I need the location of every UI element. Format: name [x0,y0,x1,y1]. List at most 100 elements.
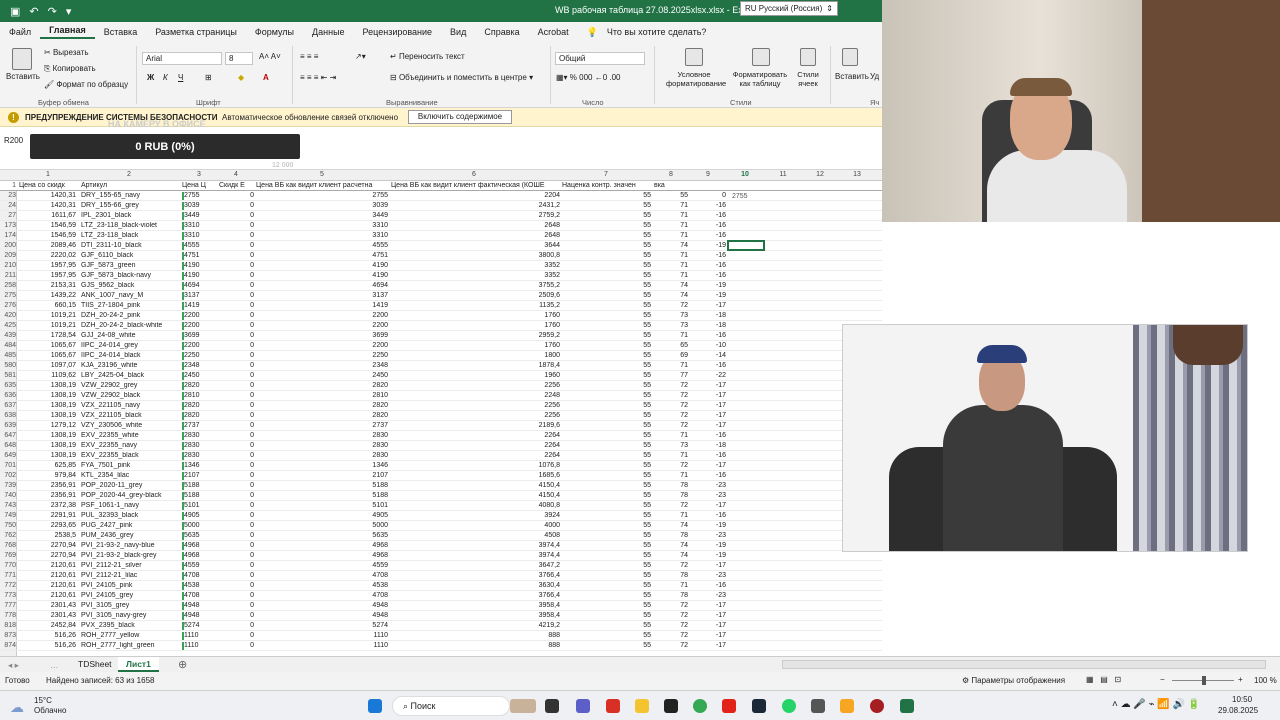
discount-cell[interactable]: 0 [222,362,254,370]
customize-qa-icon[interactable]: ▾ [66,5,72,18]
article-cell[interactable]: DTI_2311-10_black [81,242,177,250]
wb-actual-price-cell[interactable]: 4219,2 [500,622,560,630]
diff-cell[interactable]: -19 [698,522,726,530]
price-cell[interactable]: 1346 [182,462,212,470]
rate-cell[interactable]: 71 [660,262,688,270]
wb-calc-price-cell[interactable]: 5274 [330,622,388,630]
wb-actual-price-cell[interactable]: 4508 [500,532,560,540]
price-discount-cell[interactable]: 1308,19 [18,442,76,450]
price-discount-cell[interactable]: 2452,84 [18,622,76,630]
italic-button[interactable]: К [163,73,168,82]
price-cell[interactable]: 5274 [182,622,212,630]
article-cell[interactable]: VZX_221105_navy [81,402,177,410]
wb-calc-price-cell[interactable]: 2820 [330,412,388,420]
table-row[interactable]: 639 1279,12 VZY_230506_white 2737 0 2737 2189,… [0,421,882,431]
enable-content-button[interactable]: Включить содержимое [408,110,512,124]
price-cell[interactable]: 4694 [182,282,212,290]
filter-header[interactable]: Цена ВБ как видит клиент расчетна [256,182,388,189]
rate-cell[interactable]: 71 [660,472,688,480]
table-row[interactable]: 739 2356,91 POP_2020-11_grey 5188 0 5188 4150,… [0,481,882,491]
price-cell[interactable]: 4190 [182,262,212,270]
wb-actual-price-cell[interactable]: 2256 [500,412,560,420]
app-icon[interactable] [664,699,678,713]
markup-cell[interactable]: 55 [615,302,651,310]
article-cell[interactable]: PVI_2112-21_lilac [81,572,177,580]
rate-cell[interactable]: 78 [660,572,688,580]
rate-cell[interactable]: 72 [660,622,688,630]
price-discount-cell[interactable]: 1308,19 [18,402,76,410]
markup-cell[interactable]: 55 [615,482,651,490]
wb-actual-price-cell[interactable]: 2264 [500,442,560,450]
diff-cell[interactable]: -23 [698,482,726,490]
price-discount-cell[interactable]: 1420,31 [18,192,76,200]
wb-actual-price-cell[interactable]: 3647,2 [500,562,560,570]
table-row[interactable]: 637 1308,19 VZX_221105_navy 2820 0 2820 2256 55… [0,401,882,411]
column-header[interactable]: 2 [127,171,131,178]
price-cell[interactable]: 4708 [182,572,212,580]
markup-cell[interactable]: 55 [615,432,651,440]
markup-cell[interactable]: 55 [615,392,651,400]
table-row[interactable]: 636 1308,19 VZW_22902_black 2810 0 2810 2248 55… [0,391,882,401]
diff-cell[interactable]: -18 [698,322,726,330]
rate-cell[interactable]: 71 [660,452,688,460]
cell-styles-button[interactable]: Стили ячеек [792,70,824,88]
markup-cell[interactable]: 55 [615,342,651,350]
article-cell[interactable]: PVX_2395_black [81,622,177,630]
price-cell[interactable]: 2830 [182,452,212,460]
wb-actual-price-cell[interactable]: 2256 [500,382,560,390]
article-cell[interactable]: GJF_6110_black [81,252,177,260]
wb-actual-price-cell[interactable]: 2759,2 [500,212,560,220]
more-sheets-icon[interactable]: … [50,660,59,670]
table-row[interactable]: 635 1308,19 VZW_22902_grey 2820 0 2820 2256 55 7… [0,381,882,391]
spreadsheet-grid[interactable]: 1 2 3 4 5 6 7 8 9 10 11 12 13 1 Цена со … [0,170,882,656]
price-cell[interactable]: 1110 [182,632,212,640]
article-cell[interactable]: PVI_3105_navy-grey [81,612,177,620]
price-discount-cell[interactable]: 2372,38 [18,502,76,510]
wb-actual-price-cell[interactable]: 1960 [500,372,560,380]
selected-cell[interactable] [727,240,765,251]
column-header[interactable]: 4 [234,171,238,178]
markup-cell[interactable]: 55 [615,412,651,420]
steam-icon[interactable] [752,699,766,713]
article-cell[interactable]: EXV_22355_navy [81,442,177,450]
tab-insert[interactable]: Вставка [95,27,146,37]
name-box[interactable]: R200 [4,136,32,149]
wb-actual-price-cell[interactable]: 3766,4 [500,572,560,580]
table-row[interactable]: 420 1019,21 DZH_20-24-2_pink 2200 0 2200 1760 5… [0,311,882,321]
discount-cell[interactable]: 0 [222,352,254,360]
price-discount-cell[interactable]: 1420,31 [18,202,76,210]
article-cell[interactable]: PUG_2427_pink [81,522,177,530]
discount-cell[interactable]: 0 [222,522,254,530]
markup-cell[interactable]: 55 [615,232,651,240]
markup-cell[interactable]: 55 [615,462,651,470]
rate-cell[interactable]: 71 [660,432,688,440]
diff-cell[interactable]: -17 [698,302,726,310]
discount-cell[interactable]: 0 [222,512,254,520]
folder-icon[interactable] [635,699,649,713]
filter-header[interactable]: Цена Ц [182,182,216,189]
column-header[interactable]: 5 [320,171,324,178]
markup-cell[interactable]: 55 [615,532,651,540]
price-cell[interactable]: 2107 [182,472,212,480]
markup-cell[interactable]: 55 [615,582,651,590]
price-discount-cell[interactable]: 1097,07 [18,362,76,370]
discount-cell[interactable]: 0 [222,222,254,230]
chrome-icon[interactable] [693,699,707,713]
table-row[interactable]: 818 2452,84 PVX_2395_black 5274 0 5274 4219,2 5… [0,621,882,631]
rate-cell[interactable]: 72 [660,632,688,640]
table-row[interactable]: 773 2120,61 PVI_24105_grey 4708 0 4708 3766,4 5… [0,591,882,601]
rate-cell[interactable]: 71 [660,202,688,210]
price-discount-cell[interactable]: 2270,94 [18,542,76,550]
discount-cell[interactable]: 0 [222,462,254,470]
rate-cell[interactable]: 72 [660,392,688,400]
article-cell[interactable]: TIIS_27-1804_pink [81,302,177,310]
tab-help[interactable]: Справка [475,27,528,37]
markup-cell[interactable]: 55 [615,572,651,580]
discount-cell[interactable]: 0 [222,432,254,440]
format-table-icon[interactable] [752,48,770,66]
price-discount-cell[interactable]: 1957,95 [18,262,76,270]
price-cell[interactable]: 2737 [182,422,212,430]
rate-cell[interactable]: 77 [660,372,688,380]
discount-cell[interactable]: 0 [222,502,254,510]
font-color-icon[interactable]: A [263,73,269,82]
